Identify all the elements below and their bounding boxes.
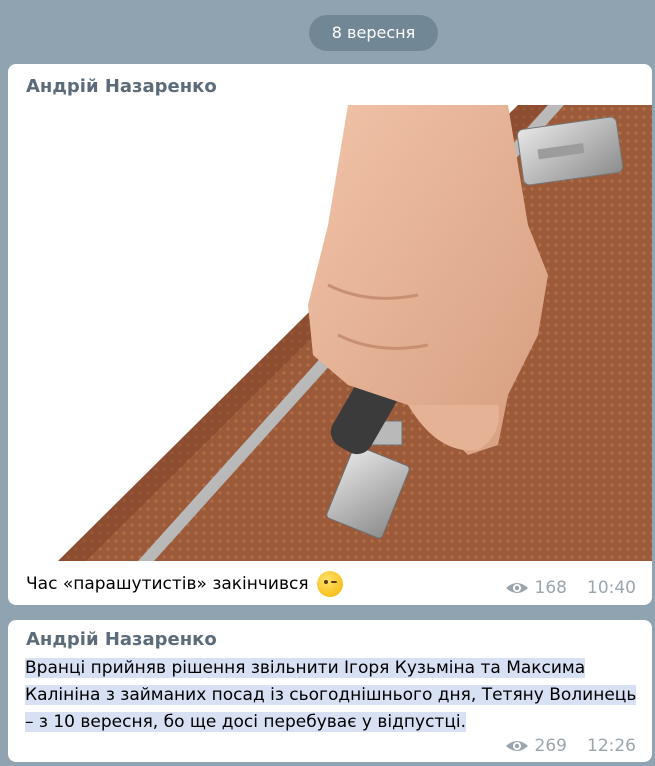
suitcase-hand-image xyxy=(8,105,652,561)
message-bubble[interactable]: Андрій Назаренко Вранці прийняв рішення … xyxy=(8,620,652,762)
message-text[interactable]: Вранці прийняв рішення звільнити Ігоря К… xyxy=(25,655,637,736)
message-author[interactable]: Андрій Назаренко xyxy=(26,76,217,97)
views-count: 168 xyxy=(534,578,567,598)
selected-text[interactable]: Вранці прийняв рішення звільнити Ігоря К… xyxy=(25,658,637,732)
caption-text: Час «парашутистів» закінчився xyxy=(26,574,309,594)
views-count: 269 xyxy=(534,736,567,756)
date-separator: 8 вересня xyxy=(309,15,438,51)
message-time: 12:26 xyxy=(587,736,636,756)
message-photo[interactable] xyxy=(8,105,652,561)
message-caption: Час «парашутистів» закінчився xyxy=(26,571,343,597)
winking-face-icon xyxy=(316,571,343,597)
message-meta: 269 12:26 xyxy=(505,736,636,756)
message-meta: 168 10:40 xyxy=(505,578,636,598)
views-eye-icon xyxy=(505,741,528,751)
message-time: 10:40 xyxy=(587,578,636,598)
message-author[interactable]: Андрій Назаренко xyxy=(26,629,217,650)
views-eye-icon xyxy=(505,583,528,593)
message-bubble[interactable]: Андрій Назаренко Час «парашутистів» закі… xyxy=(8,64,652,605)
